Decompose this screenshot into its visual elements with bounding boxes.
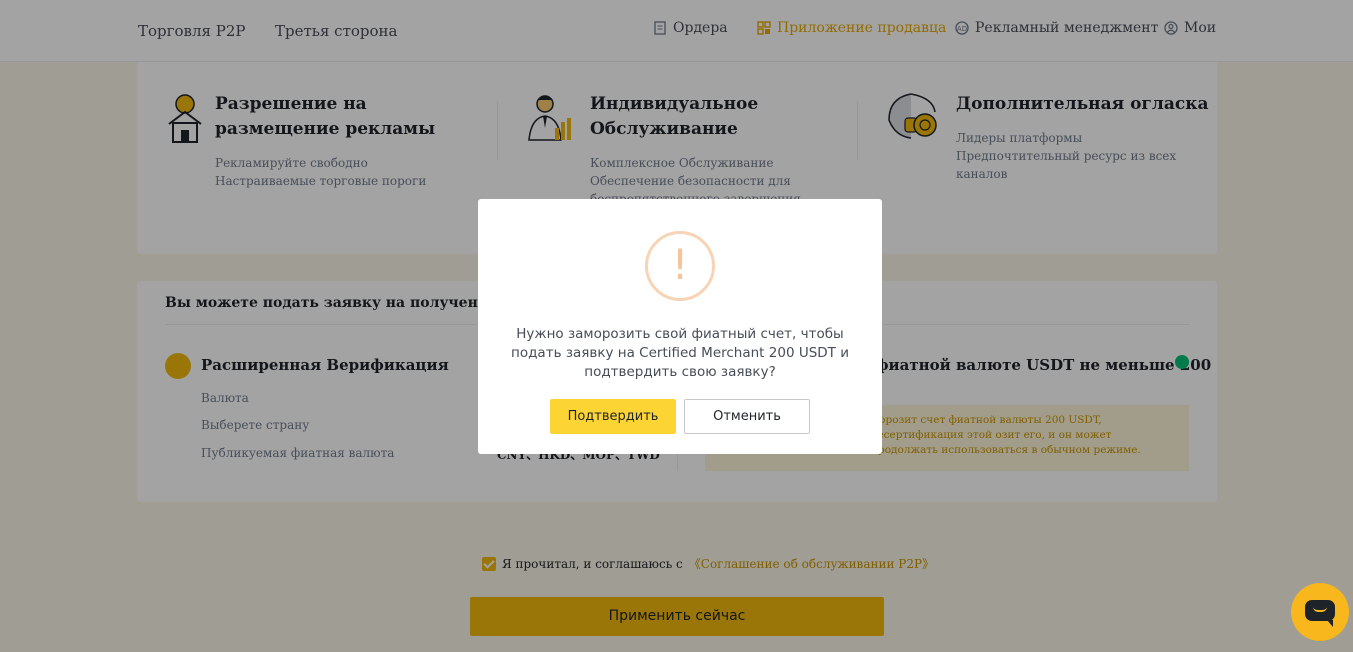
support-chat-button[interactable] (1291, 583, 1349, 641)
chat-icon (1305, 600, 1335, 627)
confirm-button[interactable]: Подтвердить (550, 399, 676, 434)
cancel-button[interactable]: Отменить (684, 399, 810, 434)
confirm-freeze-dialog: ! Нужно заморозить свой фиатный счет, чт… (478, 199, 882, 454)
dialog-message: Нужно заморозить свой фиатный счет, чтоб… (511, 326, 849, 380)
warning-icon: ! (645, 231, 715, 301)
